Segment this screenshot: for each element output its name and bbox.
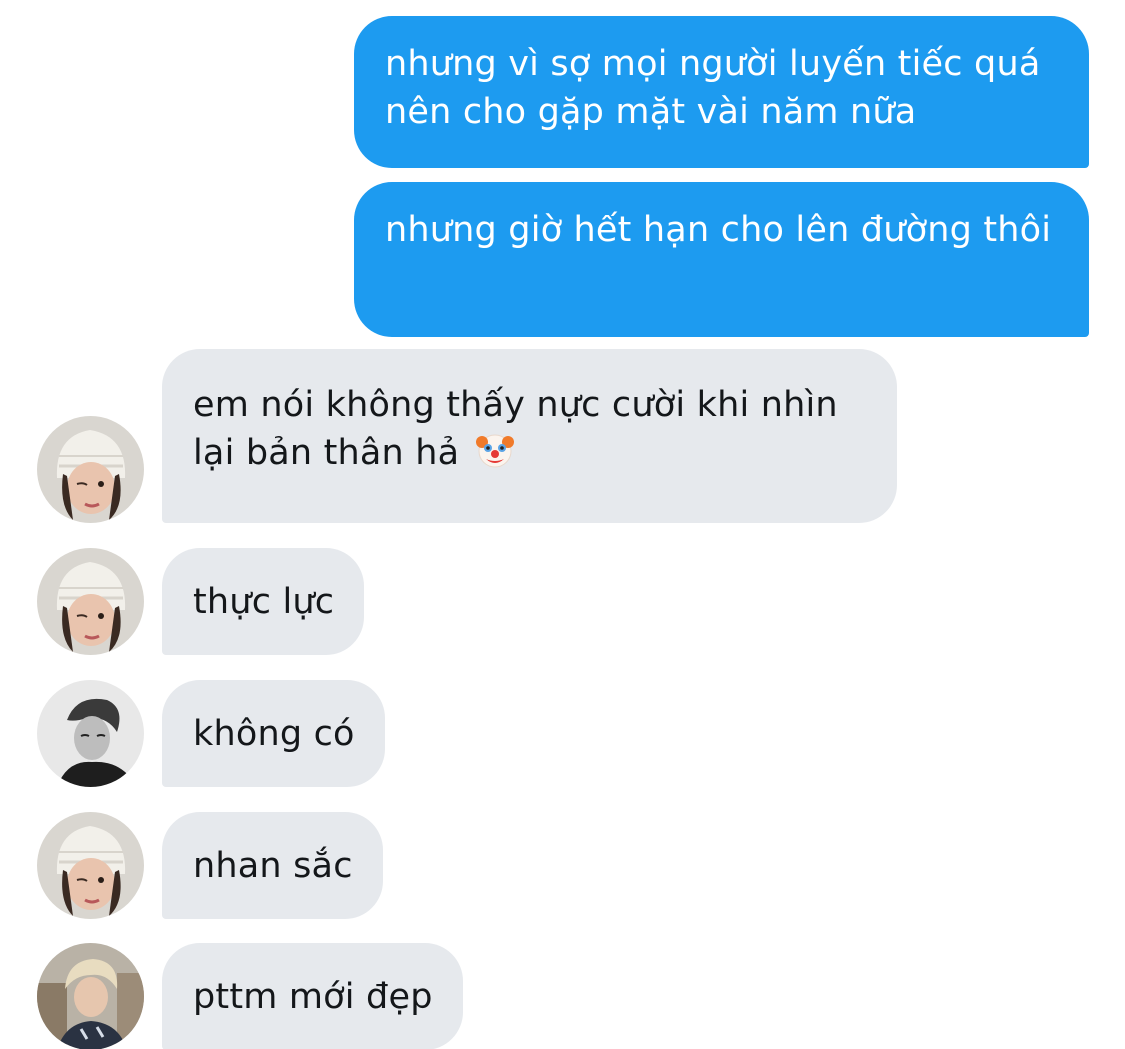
message-text: thực lực (193, 581, 335, 622)
message-text: nhan sắc (193, 845, 353, 886)
message-text: nhưng giờ hết hạn cho lên đường thôi (385, 210, 1052, 250)
avatar-image (37, 680, 144, 787)
incoming-message-bubble[interactable]: thực lực (162, 548, 365, 655)
outgoing-message-bubble[interactable]: nhưng giờ hết hạn cho lên đường thôi (354, 182, 1089, 337)
avatar-user-monochrome[interactable] (37, 680, 144, 787)
incoming-message-bubble[interactable]: không có (162, 680, 385, 787)
message-text: em nói không thấy nực cười khi nhìn lại … (193, 385, 838, 473)
incoming-message-bubble[interactable]: em nói không thấy nực cười khi nhìn lại … (162, 349, 897, 523)
avatar-image (37, 812, 144, 919)
message-text: không có (193, 713, 355, 754)
message-text: pttm mới đẹp (193, 976, 433, 1017)
clown-face-icon (475, 430, 515, 470)
incoming-message-bubble[interactable]: pttm mới đẹp (162, 943, 463, 1049)
outgoing-message-bubble[interactable]: nhưng vì sợ mọi người luyến tiếc quá nên… (354, 16, 1089, 168)
avatar-image (37, 548, 144, 655)
message-text: nhưng vì sợ mọi người luyến tiếc quá nên… (385, 44, 1041, 132)
avatar-user-beanie[interactable] (37, 548, 144, 655)
incoming-message-bubble[interactable]: nhan sắc (162, 812, 383, 919)
conversation-thread: nhưng vì sợ mọi người luyến tiếc quá nên… (0, 0, 1125, 1049)
avatar-user-blonde[interactable] (37, 943, 144, 1049)
avatar-user-beanie[interactable] (37, 416, 144, 523)
avatar-image (37, 416, 144, 523)
avatar-user-beanie[interactable] (37, 812, 144, 919)
avatar-image (37, 943, 144, 1049)
